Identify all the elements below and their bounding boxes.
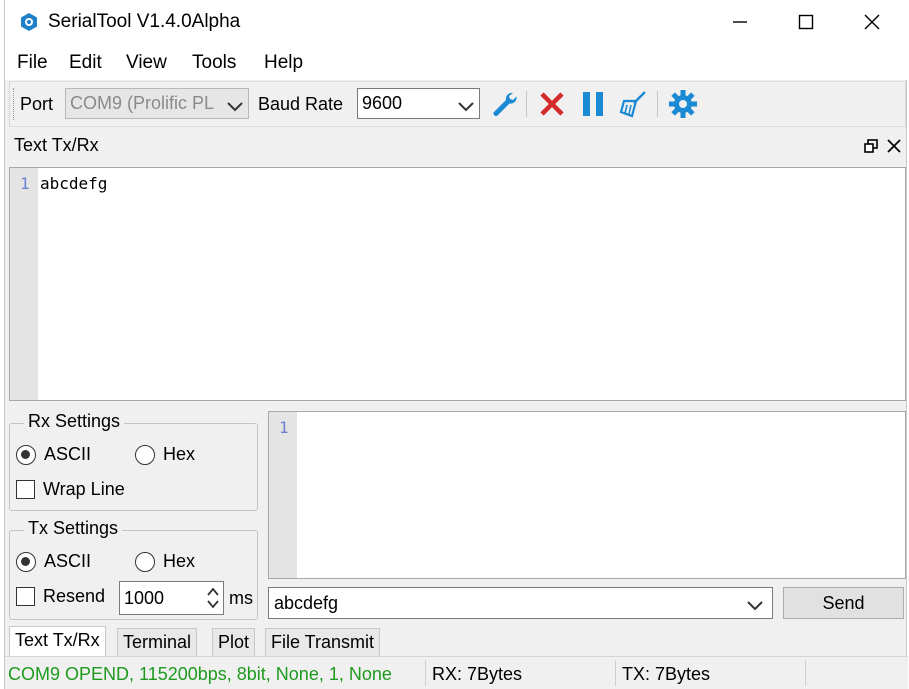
tx-line-number: 1	[279, 418, 289, 437]
menu-edit[interactable]: Edit	[69, 52, 102, 74]
port-value: COM9 (Prolific PL	[70, 93, 215, 113]
rx-hex-radio[interactable]: Hex	[135, 444, 195, 465]
bottom-tab-bar: Text Tx/Rx Terminal Plot File Transmit	[9, 626, 906, 656]
chevron-down-icon	[223, 97, 244, 118]
wrap-line-checkbox[interactable]: Wrap Line	[16, 479, 125, 500]
toolbar-separator	[526, 91, 527, 117]
app-logo-icon	[19, 12, 39, 32]
menu-view[interactable]: View	[126, 52, 167, 74]
baud-label: Baud Rate	[258, 94, 344, 114]
toolbar: Port COM9 (Prolific PL Baud Rate 9600	[9, 81, 906, 127]
tab-file-transmit[interactable]: File Transmit	[265, 628, 381, 656]
toolbar-separator	[657, 91, 658, 117]
checkbox-unchecked-icon	[16, 480, 35, 499]
tx-bytes-status: TX: 7Bytes	[622, 664, 711, 684]
maximize-button[interactable]	[772, 0, 840, 44]
clear-icon	[619, 91, 646, 118]
resend-label: Resend	[43, 586, 106, 606]
window-title: SerialTool V1.4.0Alpha	[48, 11, 241, 32]
radio-selected-icon	[16, 444, 36, 465]
tab-terminal[interactable]: Terminal	[117, 628, 198, 656]
tx-hex-label: Hex	[163, 551, 196, 571]
close-panel-icon[interactable]	[887, 137, 901, 158]
rx-ascii-radio[interactable]: ASCII	[16, 444, 91, 465]
interval-unit: ms	[229, 588, 253, 608]
wrench-icon	[493, 92, 517, 116]
close-port-icon	[540, 92, 564, 116]
menu-help[interactable]: Help	[264, 52, 303, 74]
tx-text-editor[interactable]: 1	[268, 411, 906, 579]
tx-hex-radio[interactable]: Hex	[135, 551, 195, 572]
rx-text-editor[interactable]: 1 abcdefg	[9, 167, 906, 401]
tab-text-txrx[interactable]: Text Tx/Rx	[9, 626, 106, 656]
minimize-button[interactable]	[706, 0, 774, 44]
pause-icon	[583, 92, 603, 116]
dock-panel-header: Text Tx/Rx	[9, 131, 906, 161]
radio-selected-icon	[16, 551, 36, 572]
panel-title: Text Tx/Rx	[14, 135, 99, 155]
connection-status: COM9 OPEND, 115200bps, 8bit, None, 1, No…	[8, 664, 392, 684]
status-separator	[615, 660, 616, 686]
close-button[interactable]	[838, 0, 906, 44]
rx-hex-label: Hex	[163, 444, 196, 464]
tx-ascii-radio[interactable]: ASCII	[16, 551, 91, 572]
resend-interval-value: 1000	[124, 588, 165, 608]
radio-unselected-icon	[135, 444, 155, 465]
title-bar: SerialTool V1.4.0Alpha	[5, 0, 908, 44]
pause-button[interactable]	[576, 87, 610, 121]
spin-arrows-icon[interactable]	[206, 585, 220, 616]
rx-settings-group: Rx Settings ASCII Hex Wrap Line	[9, 411, 258, 511]
serialtool-window: SerialTool V1.4.0Alpha File Edit View To…	[4, 0, 908, 689]
checkbox-unchecked-icon	[16, 587, 35, 606]
rx-settings-title: Rx Settings	[24, 411, 125, 432]
toolbar-grip[interactable]	[13, 88, 16, 120]
menu-tools[interactable]: Tools	[192, 52, 236, 74]
rx-ascii-label: ASCII	[44, 444, 92, 464]
status-bar: COM9 OPEND, 115200bps, 8bit, None, 1, No…	[5, 656, 908, 689]
minimize-icon	[733, 21, 747, 23]
close-port-button[interactable]	[535, 87, 569, 121]
status-separator	[805, 660, 806, 686]
maximize-icon	[798, 14, 814, 30]
send-input[interactable]: abcdefg	[268, 587, 773, 619]
chevron-down-icon[interactable]	[746, 596, 764, 617]
baud-select[interactable]: 9600	[357, 88, 480, 119]
radio-unselected-icon	[135, 551, 155, 572]
rx-text: abcdefg	[40, 174, 108, 193]
clear-button[interactable]	[616, 87, 650, 121]
send-input-value: abcdefg	[274, 593, 339, 613]
rx-line-gutter	[10, 168, 38, 400]
menu-bar: File Edit View Tools Help	[5, 44, 908, 80]
tx-ascii-label: ASCII	[44, 551, 92, 571]
menu-file[interactable]: File	[17, 52, 48, 74]
open-port-button[interactable]	[487, 87, 521, 121]
settings-button[interactable]	[666, 87, 700, 121]
resend-interval-spinbox[interactable]: 1000	[119, 581, 224, 615]
wrap-line-label: Wrap Line	[43, 479, 125, 499]
rx-bytes-status: RX: 7Bytes	[432, 664, 523, 684]
float-panel-icon[interactable]	[864, 137, 878, 158]
port-select[interactable]: COM9 (Prolific PL	[65, 88, 249, 119]
baud-value: 9600	[362, 93, 403, 113]
close-icon	[864, 14, 880, 30]
settings-icon	[669, 90, 697, 118]
send-button[interactable]: Send	[783, 587, 904, 619]
tab-plot[interactable]: Plot	[212, 628, 256, 656]
port-label: Port	[20, 94, 54, 114]
resend-checkbox[interactable]: Resend	[16, 586, 105, 607]
status-separator	[425, 660, 426, 686]
tx-settings-group: Tx Settings ASCII Hex Resend 1000 ms	[9, 518, 258, 620]
chevron-down-icon	[457, 97, 475, 118]
tx-settings-title: Tx Settings	[24, 518, 123, 539]
rx-line-number: 1	[20, 174, 30, 193]
